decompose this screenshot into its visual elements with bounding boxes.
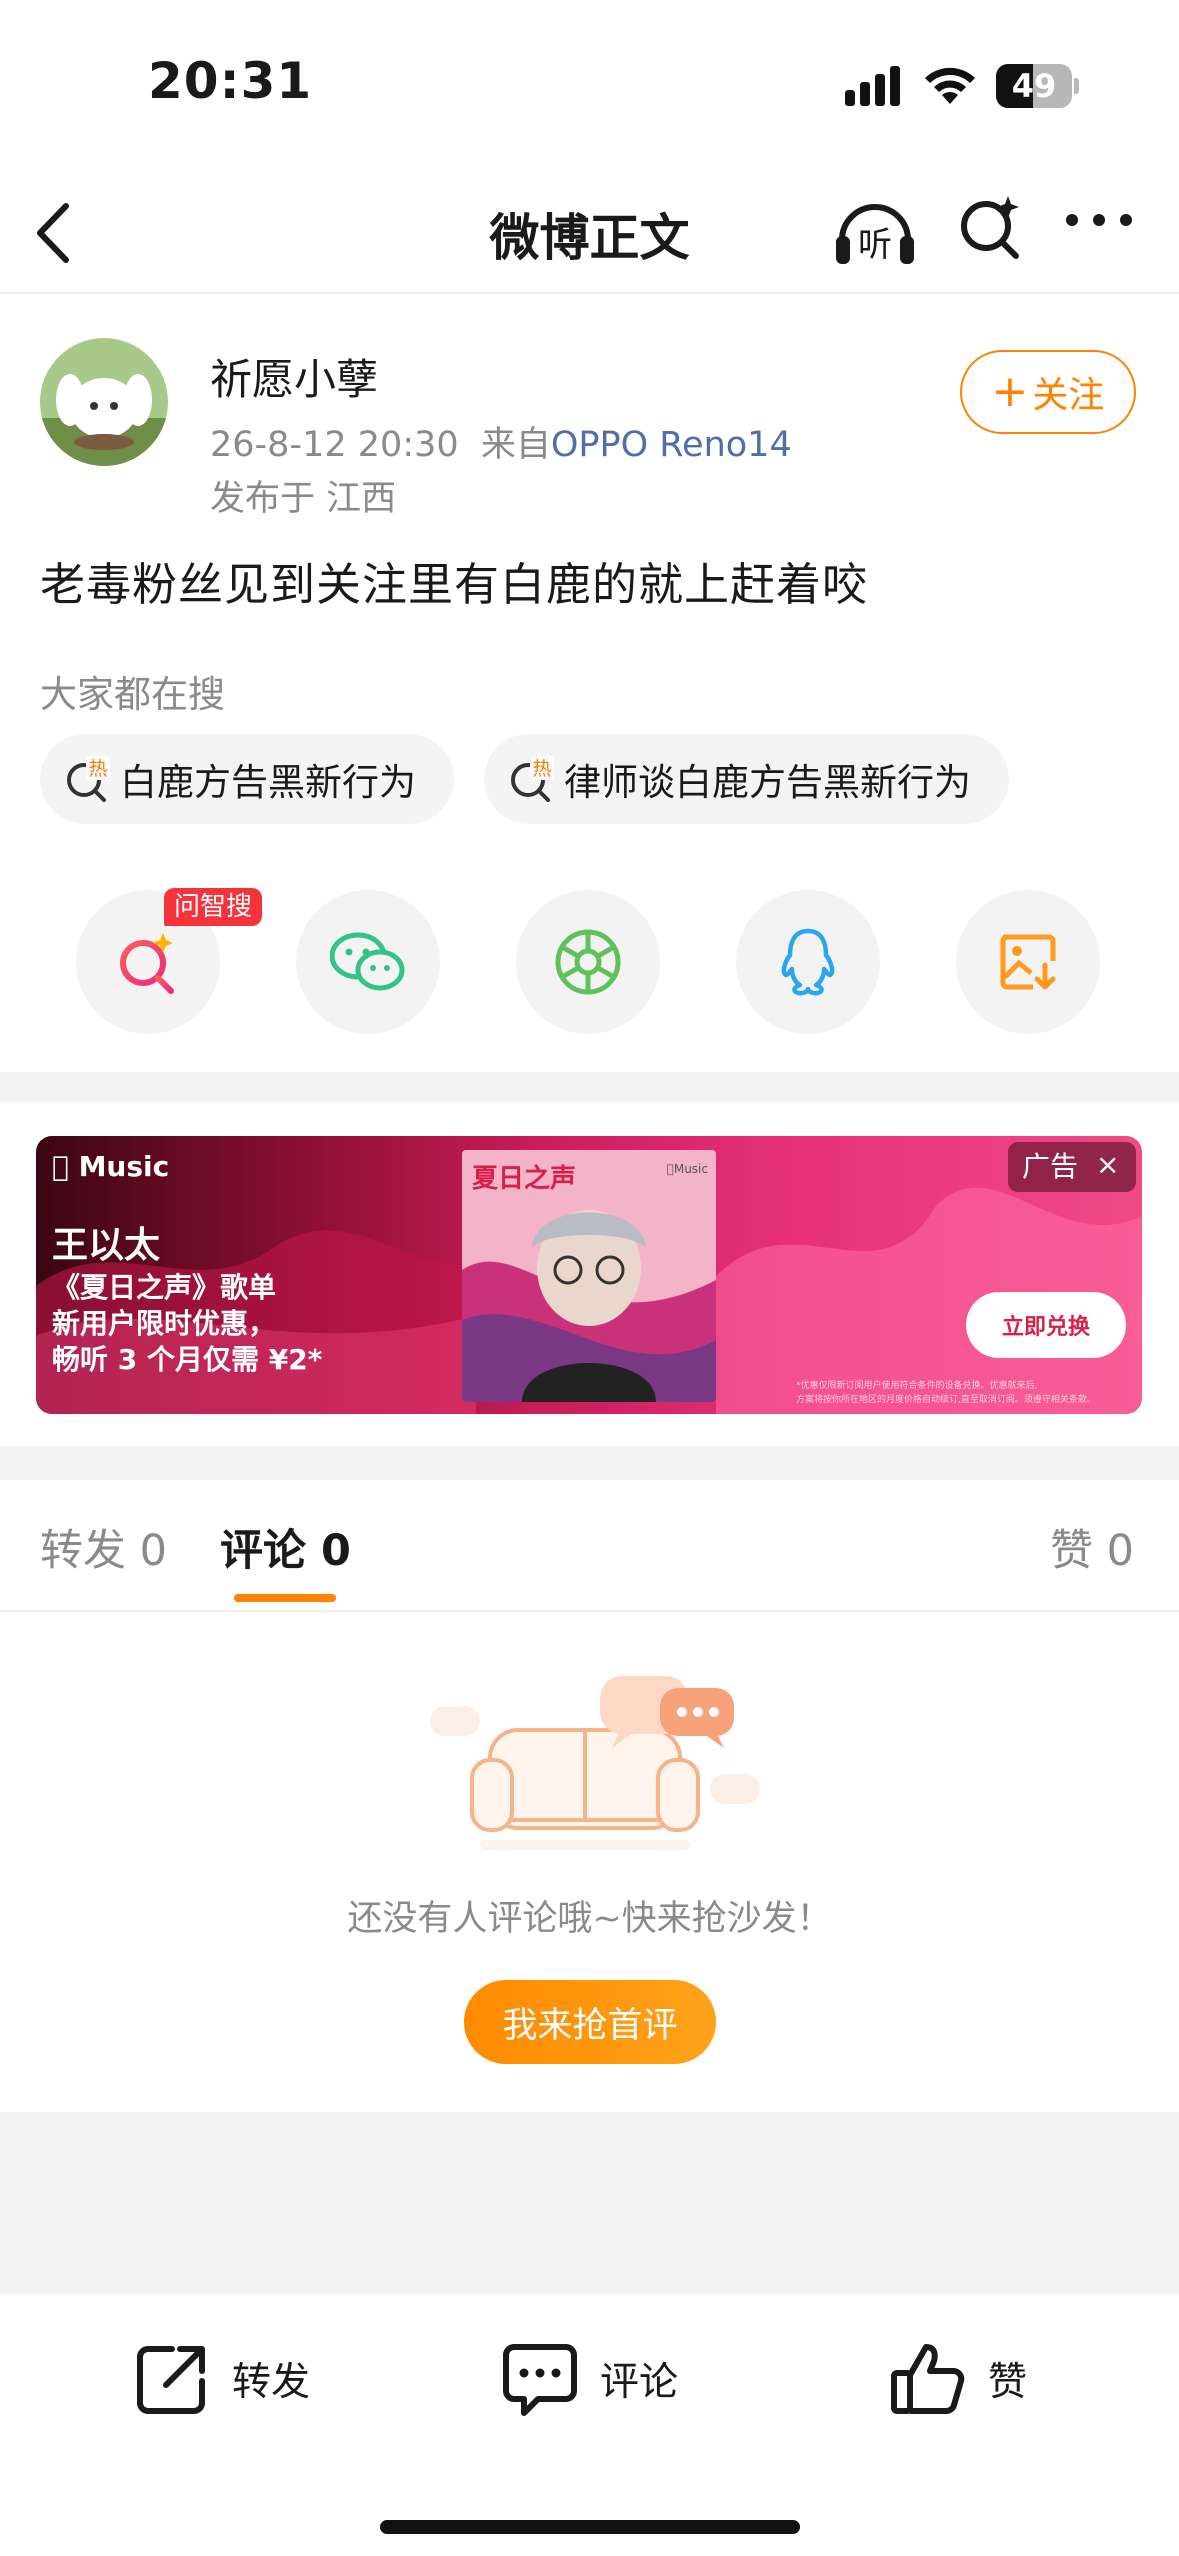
thumbs-up-icon: [891, 2344, 965, 2414]
save-image-icon: [1000, 934, 1056, 990]
status-time: 20:31: [148, 52, 313, 110]
status-bar: 20:31 49: [0, 0, 1179, 170]
listen-icon[interactable]: 听: [832, 190, 918, 270]
ad-line: 畅听 3 个月仅需 ¥2*: [52, 1343, 323, 1376]
comment-label: 评论: [600, 2360, 679, 2405]
hot-search-chip[interactable]: 热 白鹿方告黑新行为: [40, 734, 454, 824]
qq-icon: [781, 928, 835, 996]
post-location: 发布于 江西: [210, 479, 397, 519]
tab-comment[interactable]: 评论 0: [220, 1516, 351, 1578]
ad-fine-print: *优惠仅限新订阅用户使用符合条件的设备兑换。优惠就来后,: [796, 1381, 1038, 1391]
share-qq-button[interactable]: [736, 890, 880, 1034]
ad-album-title: 夏日之声: [472, 1164, 577, 1194]
ad-album-label: Music: [667, 1162, 708, 1176]
tab-repost[interactable]: 转发 0: [40, 1516, 167, 1578]
hot-search-icon: 热: [511, 756, 554, 802]
hot-search-icon: 热: [67, 756, 110, 802]
ad-close-icon[interactable]: ×: [1096, 1148, 1119, 1181]
ai-search-icon: [120, 933, 174, 994]
battery-percent: 49: [1011, 67, 1057, 105]
ai-search-badge: 问智搜: [164, 888, 263, 926]
repost-icon: [137, 2346, 205, 2414]
post-text: 老毒粉丝见到关注里有白鹿的就上赶着咬: [40, 558, 869, 611]
ad-line: 新用户限时优惠，: [52, 1307, 277, 1340]
post-device[interactable]: OPPO Reno14: [551, 425, 792, 465]
comment-button[interactable]: 评论: [500, 2334, 678, 2424]
first-comment-button[interactable]: 我来抢首评: [464, 1980, 716, 2064]
section-divider: [0, 1446, 1179, 1480]
wifi-icon: [925, 67, 975, 104]
home-indicator: [380, 2520, 800, 2534]
repost-label: 转发: [232, 2360, 311, 2405]
hot-search-label: 白鹿方告黑新行为: [120, 761, 416, 804]
hot-search-chip[interactable]: 热 律师谈白鹿方告黑新行为: [484, 734, 1009, 824]
section-divider: [0, 1072, 1179, 1102]
empty-sofa-illustration: [430, 1676, 760, 1850]
tab-divider: [0, 1610, 1179, 1612]
tab-like[interactable]: 赞 0: [1050, 1516, 1134, 1578]
post-meta: 26-8-12 20:30 来自OPPO Reno14: [210, 416, 792, 467]
repost-button[interactable]: 转发: [132, 2334, 310, 2424]
follow-button[interactable]: + 关注: [960, 350, 1136, 434]
post-source-prefix: 来自: [480, 425, 551, 465]
share-wechat-button[interactable]: [296, 890, 440, 1034]
ad-brand:  Music: [52, 1150, 169, 1183]
comment-icon: [503, 2344, 577, 2416]
post-timestamp: 26-8-12 20:30: [210, 425, 459, 465]
battery-icon: 49: [996, 64, 1079, 108]
like-button[interactable]: 赞: [888, 2334, 1027, 2424]
ai-search-icon[interactable]: [956, 192, 1026, 264]
nav-bar: 微博正文 听: [0, 170, 1179, 294]
save-image-button[interactable]: [956, 890, 1100, 1034]
ad-banner[interactable]:  Music 王以太 《夏日之声》歌单 新用户限时优惠， 畅听 3 个月仅需 …: [36, 1136, 1142, 1414]
like-label: 赞: [988, 2360, 1028, 2405]
ad-album-cover: 夏日之声 Music: [462, 1150, 716, 1402]
tab-active-indicator: [234, 1594, 336, 1602]
ad-fine-print: 方案将按你所在地区的月度价格自动续订,直至取消订阅。须遵守相关条款。: [796, 1395, 1096, 1405]
listen-label: 听: [858, 225, 892, 265]
ad-line: 《夏日之声》歌单: [52, 1271, 277, 1304]
bottom-spacer: [0, 2112, 1179, 2294]
hot-search-title: 大家都在搜: [40, 673, 225, 716]
hot-search-label: 律师谈白鹿方告黑新行为: [564, 761, 971, 804]
more-icon[interactable]: [1064, 210, 1134, 230]
share-moments-button[interactable]: [516, 890, 660, 1034]
svg-text:热: 热: [88, 758, 107, 780]
ad-artist: 王以太: [52, 1225, 161, 1266]
bottom-action-bar: 转发 评论 赞: [0, 2294, 1179, 2556]
username[interactable]: 祈愿小孽: [210, 346, 378, 407]
follow-label: 关注: [1032, 375, 1105, 416]
avatar[interactable]: [40, 338, 168, 466]
wechat-icon: [330, 932, 405, 991]
cellular-signal-icon: [845, 66, 900, 106]
plus-icon: +: [991, 366, 1029, 417]
empty-comments-text: 还没有人评论哦~快来抢沙发！: [347, 1899, 832, 1939]
ad-cta-button[interactable]: 立即兑换: [966, 1292, 1126, 1358]
moments-icon: [555, 929, 621, 995]
svg-text:热: 热: [532, 758, 551, 780]
